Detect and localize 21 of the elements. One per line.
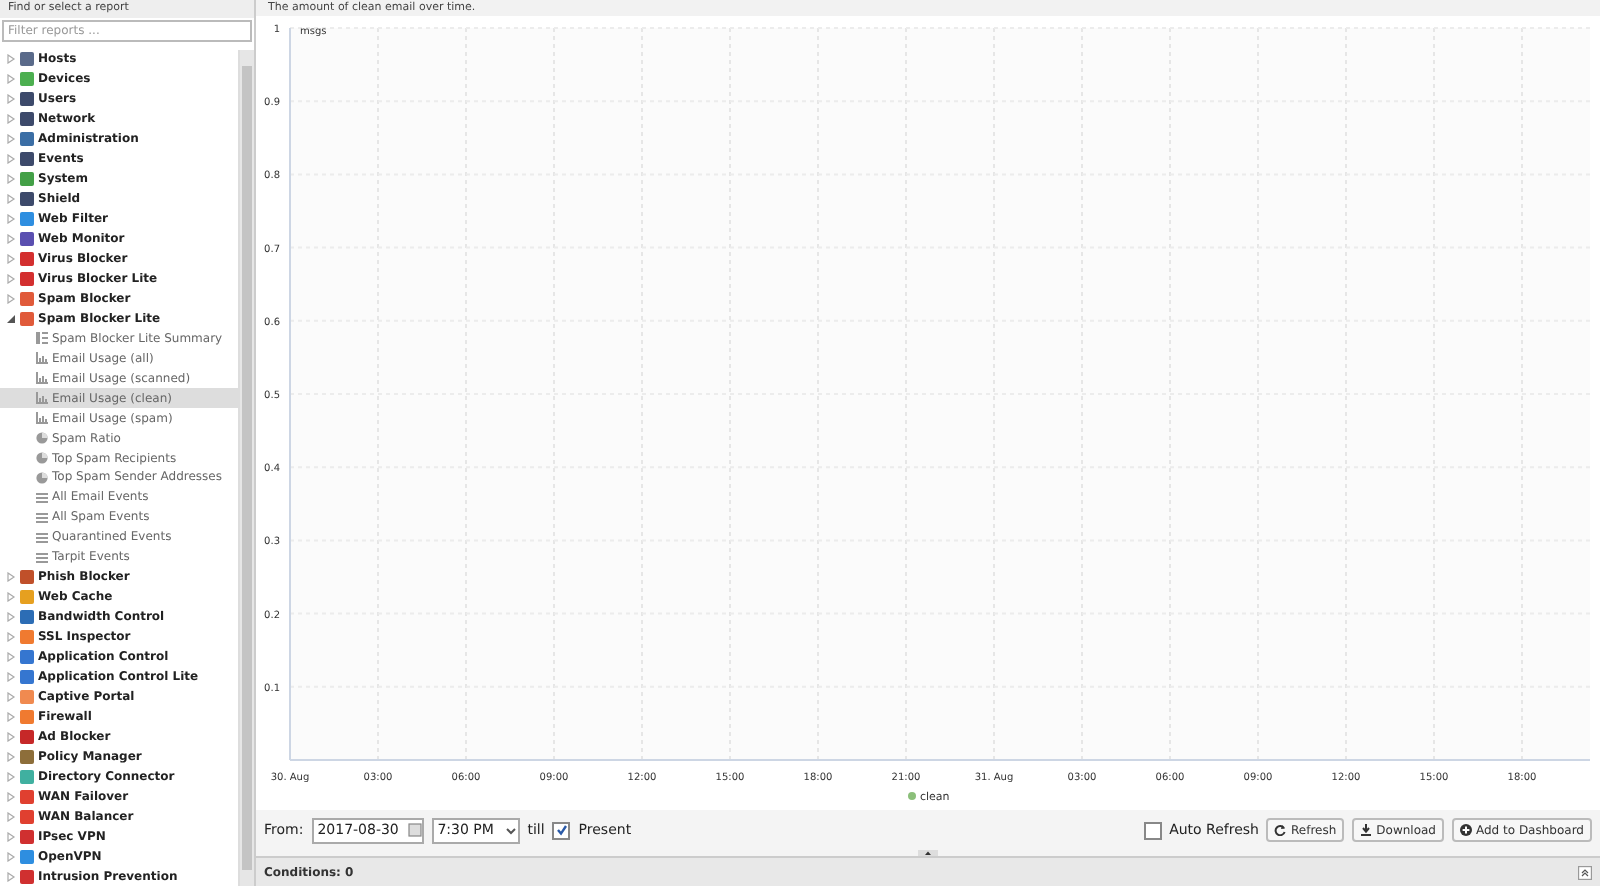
list-icon (36, 551, 48, 564)
chart-icon (36, 372, 48, 385)
auto-refresh-checkbox[interactable] (1143, 821, 1162, 839)
present-checkbox[interactable] (552, 821, 571, 839)
calendar-icon (407, 821, 422, 839)
refresh-icon (1274, 824, 1287, 836)
list-icon (36, 491, 48, 504)
chart-icon (36, 392, 48, 405)
list-icon (36, 531, 48, 544)
list-icon (36, 511, 48, 524)
add-icon (1459, 824, 1472, 836)
expand-icon[interactable] (1578, 865, 1592, 879)
summary-icon (36, 332, 48, 345)
scrollbar[interactable] (238, 50, 254, 886)
pie-chart-icon (36, 471, 48, 484)
chart-icon (36, 352, 48, 365)
pie-chart-icon (36, 452, 48, 465)
download-icon (1360, 824, 1373, 836)
collapse-arrow-icon[interactable] (6, 313, 16, 324)
pie-chart-icon (36, 432, 48, 445)
chart-icon (36, 412, 48, 425)
